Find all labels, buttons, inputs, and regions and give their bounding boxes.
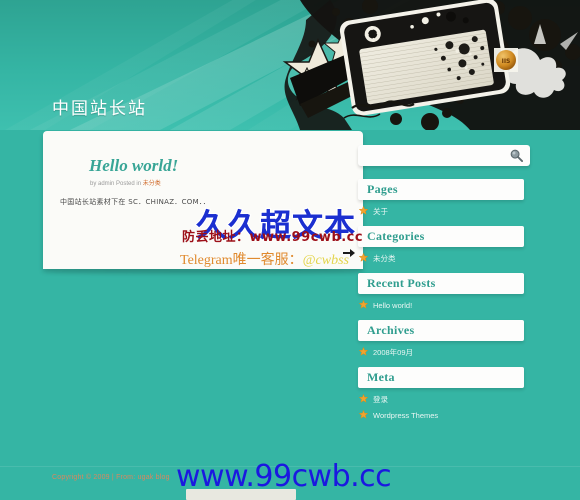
post-meta-category[interactable]: 未分类 [143,181,161,187]
widget-title: Categories [358,226,524,247]
widget-list: 关于 [358,206,530,217]
footer-divider [0,466,580,467]
read-more-arrow-icon[interactable] [343,248,356,258]
star-bullet-icon [359,206,368,215]
star-bullet-icon [359,394,368,403]
widget-categories: Categories 未分类 [358,226,530,264]
footer-placeholder-box [186,489,296,500]
list-item[interactable]: Hello world! [358,300,530,311]
sidebar: Pages 关于 Categories 未分类 Recent Posts Hel… [358,145,530,430]
svg-text:IIS: IIS [502,58,511,65]
post-title[interactable]: Hello world! [89,156,178,176]
widget-title: Archives [358,320,524,341]
widget-list: 未分类 [358,253,530,264]
badge-icon: IIS [494,48,518,72]
post-body: 中国站长站素材下在 SC．CHINAZ．COM．． [60,198,211,206]
list-item-label: Hello world! [373,301,413,310]
widget-title: Pages [358,179,524,200]
list-item-label: 登录 [373,395,388,404]
site-title[interactable]: 中国站长站 [52,94,147,119]
list-item[interactable]: Wordpress Themes [358,410,530,421]
list-item-label: 关于 [373,207,388,216]
star-bullet-icon [359,300,368,309]
widget-meta: Meta 登录 Wordpress Themes [358,367,530,421]
widget-archives: Archives 2008年09月 [358,320,530,358]
star-bullet-icon [359,253,368,262]
list-item-label: Wordpress Themes [373,411,439,420]
list-item-label: 2008年09月 [373,348,414,357]
list-item-label: 未分类 [373,254,396,263]
widget-list: 2008年09月 [358,347,530,358]
widget-recent-posts: Recent Posts Hello world! [358,273,530,311]
footer-copyright: Copyright © 2009 | From: ugak blog [52,474,170,481]
page-root: IIS 中国站长站 Hello world! by admin Posted i… [0,0,580,500]
widget-list: 登录 Wordpress Themes [358,394,530,421]
widget-title: Meta [358,367,524,388]
widget-pages: Pages 关于 [358,179,530,217]
post-meta-author: by admin Posted in [90,181,143,187]
widget-title: Recent Posts [358,273,524,294]
list-item[interactable]: 2008年09月 [358,347,530,358]
post-meta: by admin Posted in 未分类 [90,178,161,187]
site-header: IIS 中国站长站 [0,0,580,130]
search-input[interactable] [358,145,530,166]
list-item[interactable]: 关于 [358,206,530,217]
search-box[interactable] [358,145,530,166]
star-bullet-icon [359,347,368,356]
star-bullet-icon [359,410,368,419]
content-panel: Hello world! by admin Posted in 未分类 中国站长… [43,131,363,269]
content-panel-shadow [48,269,358,274]
list-item[interactable]: 未分类 [358,253,530,264]
widget-list: Hello world! [358,300,530,311]
list-item[interactable]: 登录 [358,394,530,405]
